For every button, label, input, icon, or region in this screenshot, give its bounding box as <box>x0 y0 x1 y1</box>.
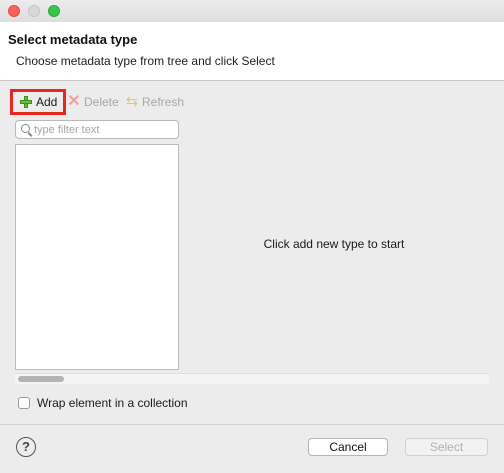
add-button[interactable]: Add <box>10 89 66 115</box>
cancel-button[interactable]: Cancel <box>308 438 388 456</box>
wrap-collection-label[interactable]: Wrap element in a collection <box>37 396 188 410</box>
toolbar: Add ✕ Delete ⇆ Refresh <box>10 89 310 115</box>
dialog-header: Select metadata type Choose metadata typ… <box>0 22 504 81</box>
delete-button-label: Delete <box>84 95 119 109</box>
wrap-collection-checkbox[interactable] <box>18 397 30 409</box>
help-icon[interactable]: ? <box>16 437 36 457</box>
refresh-icon: ⇆ <box>125 93 139 110</box>
dialog-description: Choose metadata type from tree and click… <box>16 54 275 68</box>
select-button[interactable]: Select <box>405 438 488 456</box>
empty-state-message: Click add new type to start <box>263 237 405 251</box>
dialog-title: Select metadata type <box>8 32 138 47</box>
filter-field[interactable] <box>15 120 179 139</box>
close-window-button[interactable] <box>8 5 20 17</box>
minimize-window-button[interactable] <box>28 5 40 17</box>
horizontal-scrollbar[interactable] <box>15 373 489 384</box>
delete-x-icon: ✕ <box>67 93 81 110</box>
scrollbar-thumb[interactable] <box>18 376 64 382</box>
add-button-label: Add <box>36 95 58 109</box>
maximize-window-button[interactable] <box>48 5 60 17</box>
delete-button[interactable]: ✕ Delete <box>66 89 119 115</box>
wrap-collection-option[interactable]: Wrap element in a collection <box>18 395 188 411</box>
footer-divider <box>0 424 504 425</box>
window-titlebar <box>0 0 504 22</box>
filter-input[interactable] <box>34 122 174 137</box>
refresh-button-label: Refresh <box>142 95 185 109</box>
plus-icon <box>18 94 34 110</box>
metadata-type-tree[interactable] <box>15 144 179 370</box>
refresh-button[interactable]: ⇆ Refresh <box>124 89 184 115</box>
search-icon <box>21 124 30 133</box>
